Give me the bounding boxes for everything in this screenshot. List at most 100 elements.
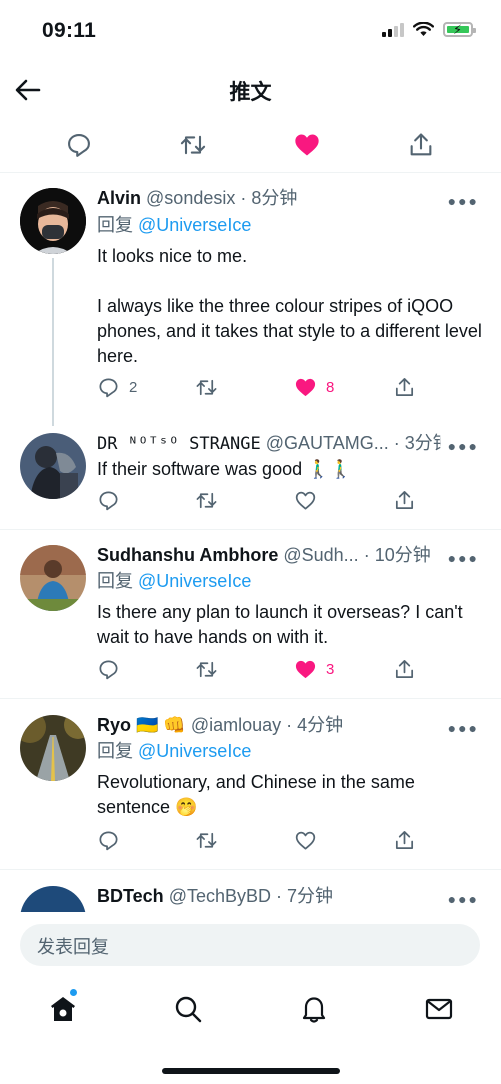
reply-icon[interactable] bbox=[65, 131, 93, 159]
retweet-icon bbox=[196, 832, 217, 849]
user-name[interactable]: BDTech bbox=[97, 886, 164, 906]
like-action[interactable]: 3 bbox=[294, 658, 334, 681]
replying-prefix: 回复 bbox=[97, 215, 133, 235]
more-options-icon[interactable]: ●●● bbox=[448, 438, 479, 454]
user-handle[interactable]: @iamlouay bbox=[191, 715, 281, 735]
timestamp: 7分钟 bbox=[287, 886, 334, 906]
home-indicator bbox=[162, 1068, 340, 1074]
more-options-icon[interactable]: ●●● bbox=[448, 720, 479, 736]
reply-icon bbox=[99, 378, 118, 398]
reply-action[interactable]: 2 bbox=[97, 376, 137, 399]
reply-text: It looks nice to me. I always like the t… bbox=[97, 246, 482, 366]
avatar[interactable] bbox=[20, 433, 86, 499]
user-name[interactable]: Ryo 🇺🇦 👊 bbox=[97, 715, 186, 735]
replying-to: 回复 @UniverseIce bbox=[97, 569, 251, 593]
reply-icon bbox=[99, 660, 118, 680]
user-name[interactable]: Sudhanshu Ambhore bbox=[97, 545, 278, 565]
like-action[interactable] bbox=[294, 829, 326, 852]
mention-link[interactable]: @UniverseIce bbox=[138, 571, 251, 591]
reply-header: Sudhanshu Ambhore @Sudh... · 10分钟 bbox=[97, 545, 431, 565]
like-icon bbox=[295, 831, 316, 850]
nav-bar: 推文 bbox=[0, 62, 501, 118]
share-action[interactable] bbox=[393, 658, 416, 681]
mention-link[interactable]: @UniverseIce bbox=[138, 215, 251, 235]
retweet-action[interactable] bbox=[195, 489, 218, 512]
more-options-icon[interactable]: ●●● bbox=[448, 891, 479, 907]
status-bar: 09:11 ⚡ bbox=[0, 0, 501, 62]
share-action[interactable] bbox=[393, 489, 416, 512]
retweet-action[interactable] bbox=[195, 376, 218, 399]
replying-to: 回复 @UniverseIce bbox=[97, 739, 251, 763]
reply-actions: 2 8 bbox=[97, 376, 427, 404]
timestamp: 10分钟 bbox=[374, 545, 431, 565]
reply-item[interactable]: DR ᴺᴼᵀˢᴼ STRANGE @GAUTAMG... · 3分钟 ●●● I… bbox=[0, 429, 501, 530]
reply-action[interactable] bbox=[97, 658, 129, 681]
user-name[interactable]: DR ᴺᴼᵀˢᴼ STRANGE bbox=[97, 434, 261, 454]
reply-item[interactable]: Sudhanshu Ambhore @Sudh... · 10分钟 ●●● 回复… bbox=[0, 541, 501, 699]
reply-header: DR ᴺᴼᵀˢᴼ STRANGE @GAUTAMG... · 3分钟 bbox=[97, 431, 441, 456]
messages-icon[interactable] bbox=[423, 993, 455, 1025]
retweet-action[interactable] bbox=[195, 658, 218, 681]
like-icon bbox=[295, 378, 316, 397]
user-handle[interactable]: @Sudh... bbox=[283, 545, 358, 565]
reply-header: Ryo 🇺🇦 👊 @iamlouay · 4分钟 bbox=[97, 715, 344, 735]
thread-line bbox=[52, 258, 54, 426]
retweet-action[interactable] bbox=[195, 829, 218, 852]
like-icon[interactable] bbox=[293, 131, 321, 159]
status-icons: ⚡ bbox=[382, 22, 476, 37]
reply-icon bbox=[99, 491, 118, 511]
replying-prefix: 回复 bbox=[97, 571, 133, 591]
battery-icon: ⚡ bbox=[443, 22, 476, 37]
reply-actions bbox=[97, 489, 427, 517]
home-icon[interactable] bbox=[47, 993, 79, 1025]
reply-item[interactable]: Alvin @sondesix · 8分钟 ●●● 回复 @UniverseIc… bbox=[0, 186, 501, 426]
user-handle[interactable]: @GAUTAMG... bbox=[266, 433, 389, 453]
avatar[interactable] bbox=[20, 545, 86, 611]
compose-placeholder: 发表回复 bbox=[37, 937, 109, 957]
like-icon bbox=[295, 491, 316, 510]
new-content-dot bbox=[70, 989, 77, 996]
like-action[interactable]: 8 bbox=[294, 376, 334, 399]
search-icon[interactable] bbox=[172, 993, 204, 1025]
notifications-icon[interactable] bbox=[298, 993, 330, 1025]
retweet-icon bbox=[196, 379, 217, 396]
more-options-icon[interactable]: ●●● bbox=[448, 193, 479, 209]
avatar[interactable] bbox=[20, 886, 86, 912]
reply-actions: 3 bbox=[97, 658, 427, 686]
share-icon[interactable] bbox=[407, 131, 435, 159]
retweet-icon[interactable] bbox=[179, 131, 207, 159]
more-options-icon[interactable]: ●●● bbox=[448, 550, 479, 566]
timestamp: 3分钟 bbox=[404, 433, 441, 453]
share-icon bbox=[395, 831, 414, 850]
reply-text: Revolutionary, and Chinese in the same s… bbox=[97, 772, 420, 817]
like-count: 8 bbox=[326, 379, 335, 396]
share-icon bbox=[395, 491, 414, 510]
share-action[interactable] bbox=[393, 829, 416, 852]
reply-text: If their software was good 🚶‍♂️🚶‍♂️ bbox=[97, 459, 352, 479]
user-handle[interactable]: @TechByBD bbox=[169, 886, 271, 906]
timestamp: 4分钟 bbox=[297, 715, 344, 735]
like-action[interactable] bbox=[294, 489, 326, 512]
reply-compose-input[interactable]: 发表回复 bbox=[20, 924, 480, 966]
reply-count: 2 bbox=[129, 379, 138, 396]
wifi-icon bbox=[413, 22, 434, 36]
reply-action[interactable] bbox=[97, 829, 129, 852]
reply-header: BDTech @TechByBD · 7分钟 bbox=[97, 886, 334, 906]
avatar[interactable] bbox=[20, 188, 86, 254]
mention-link[interactable]: @UniverseIce bbox=[138, 741, 251, 761]
page-title: 推文 bbox=[229, 81, 272, 104]
retweet-icon bbox=[196, 492, 217, 509]
avatar[interactable] bbox=[20, 715, 86, 781]
reply-text: Is there any plan to launch it overseas?… bbox=[97, 602, 468, 647]
reply-icon bbox=[99, 831, 118, 851]
reply-item[interactable]: BDTech @TechByBD · 7分钟 ●●● bbox=[0, 882, 501, 912]
reply-item[interactable]: Ryo 🇺🇦 👊 @iamlouay · 4分钟 ●●● 回复 @Univers… bbox=[0, 711, 501, 870]
timestamp: 8分钟 bbox=[251, 188, 298, 208]
user-name[interactable]: Alvin bbox=[97, 188, 141, 208]
reply-action[interactable] bbox=[97, 489, 129, 512]
user-handle[interactable]: @sondesix bbox=[146, 188, 235, 208]
reply-actions bbox=[97, 829, 427, 857]
share-action[interactable] bbox=[393, 376, 416, 399]
cellular-signal-icon bbox=[382, 22, 404, 37]
share-icon bbox=[395, 660, 414, 679]
